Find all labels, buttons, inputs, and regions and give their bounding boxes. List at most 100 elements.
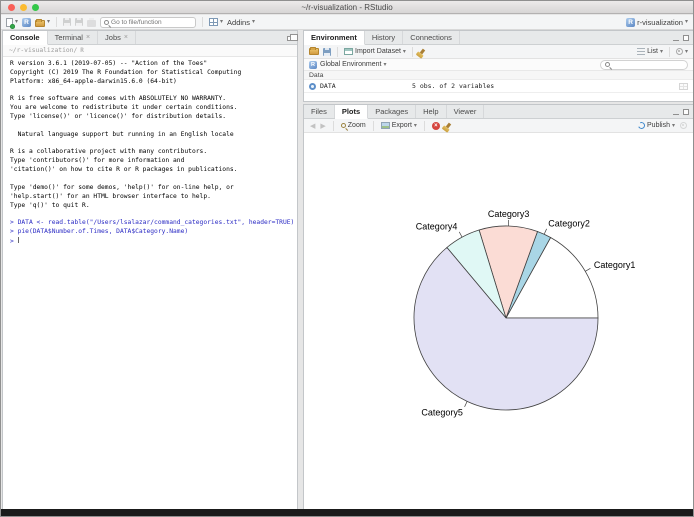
maximize-panel-icon[interactable]: [683, 35, 689, 41]
print-button[interactable]: [87, 17, 97, 27]
tab-files[interactable]: Files: [304, 105, 335, 118]
save-workspace-icon[interactable]: [323, 47, 331, 56]
import-dataset-button[interactable]: Import Dataset ▾: [344, 48, 406, 55]
tab-connections[interactable]: Connections: [403, 31, 460, 44]
list-view-button[interactable]: List ▾: [637, 48, 663, 55]
new-file-icon: [6, 17, 15, 29]
toolbar-separator: [337, 46, 338, 57]
minimize-panel-icon[interactable]: [673, 113, 679, 115]
plots-toolbar: ◀ ▶ Zoom Export ▾ × Publish ▾: [304, 119, 693, 133]
environment-panel: Environment History Connections Import D…: [303, 30, 693, 102]
console-line: You are welcome to redistribute it under…: [10, 104, 238, 112]
open-file-button[interactable]: ▾: [35, 18, 50, 27]
tab-history[interactable]: History: [365, 31, 404, 44]
close-icon[interactable]: ×: [86, 34, 90, 41]
chevron-down-icon[interactable]: ▾: [47, 19, 50, 25]
chevron-down-icon: ▾: [413, 122, 417, 129]
tab-plots[interactable]: Plots: [334, 105, 369, 119]
new-project-button[interactable]: R: [22, 17, 32, 27]
maximize-panel-icon[interactable]: [287, 33, 298, 41]
object-summary: 5 obs. of 2 variables: [412, 82, 495, 90]
console-line: Type 'demo()' for some demos, 'help()' f…: [10, 183, 234, 191]
remove-plot-icon[interactable]: ×: [431, 121, 440, 130]
zoom-plot-button[interactable]: Zoom: [340, 122, 366, 129]
tab-jobs-label: Jobs: [105, 33, 121, 42]
pie-label: Category1: [594, 260, 636, 270]
save-button[interactable]: [63, 18, 72, 26]
publish-button[interactable]: Publish ▾: [637, 121, 675, 130]
tab-console[interactable]: Console: [3, 31, 48, 45]
next-plot-button[interactable]: ▶: [320, 122, 325, 130]
view-table-icon[interactable]: [679, 82, 688, 90]
console-tabbar: Console Terminal × Jobs ×: [3, 31, 298, 45]
minimize-panel-icon[interactable]: [673, 39, 679, 41]
tab-packages[interactable]: Packages: [368, 105, 417, 118]
environment-search-input[interactable]: [612, 61, 683, 68]
global-environment-button[interactable]: Global Environment ▾: [320, 61, 387, 68]
environment-toolbar: Import Dataset ▾ List ▾ ▾: [304, 45, 693, 59]
workspace-panes-button[interactable]: ▾: [209, 18, 223, 26]
pie-label: Category5: [421, 407, 463, 417]
window-bottom-edge: [1, 509, 693, 516]
previous-plot-button[interactable]: ◀: [310, 122, 315, 130]
r-project-icon: R: [22, 17, 32, 27]
minimize-window-button[interactable]: [20, 4, 27, 11]
tab-viewer[interactable]: Viewer: [447, 105, 485, 118]
project-icon: R: [626, 17, 636, 27]
clear-plots-icon[interactable]: [445, 122, 452, 129]
tab-console-label: Console: [10, 33, 40, 42]
clear-objects-icon[interactable]: [419, 48, 426, 55]
console-line: R is free software and comes with ABSOLU…: [10, 95, 227, 103]
console-panel: Console Terminal × Jobs × ~/r-visualizat…: [2, 30, 298, 510]
close-window-button[interactable]: [8, 4, 15, 11]
gear-icon[interactable]: [680, 122, 687, 129]
close-icon[interactable]: ×: [124, 34, 128, 41]
tab-viewer-label: Viewer: [453, 107, 477, 116]
addins-label: Addins: [227, 17, 250, 27]
pie-label: Category3: [488, 209, 530, 219]
chevron-down-icon[interactable]: ▾: [15, 19, 18, 25]
save-all-button[interactable]: [75, 18, 84, 26]
toolbar-separator: [411, 46, 413, 57]
console-output[interactable]: R version 3.6.1 (2019-07-05) -- "Action …: [3, 57, 297, 247]
global-environment-icon: R: [309, 60, 317, 69]
titlebar: ~/r-visualization - RStudio: [1, 1, 693, 14]
tab-help[interactable]: Help: [416, 105, 447, 118]
panel-splitter-horizontal[interactable]: [303, 102, 692, 104]
tab-terminal[interactable]: Terminal ×: [48, 31, 99, 44]
new-file-button[interactable]: ▾: [6, 17, 18, 29]
maximize-panel-icon[interactable]: [683, 109, 689, 115]
zoom-window-button[interactable]: [32, 4, 39, 11]
list-view-icon: [637, 48, 646, 55]
zoom-label: Zoom: [347, 122, 366, 129]
console-line: 'help.start()' for an HTML browser inter…: [10, 192, 211, 200]
tab-jobs[interactable]: Jobs ×: [98, 31, 136, 44]
traffic-lights: [8, 4, 39, 11]
tab-connections-label: Connections: [410, 33, 452, 42]
goto-file-box: [100, 16, 197, 28]
plot-area: Category1 Category2 Category3 Category4 Cate…: [304, 133, 693, 509]
refresh-options-button[interactable]: ▾: [675, 48, 688, 55]
toolbar-separator: [56, 17, 58, 27]
global-environment-label: Global Environment: [320, 61, 382, 68]
chevron-down-icon: ▾: [659, 48, 663, 55]
project-menu-button[interactable]: R r-visualization ▾: [626, 17, 688, 27]
tab-environment[interactable]: Environment: [304, 31, 365, 45]
export-plot-button[interactable]: Export ▾: [380, 122, 417, 129]
tab-files-label: Files: [311, 107, 327, 116]
goto-file-input[interactable]: [111, 18, 193, 26]
object-name: DATA: [320, 82, 336, 90]
pie-label: Category2: [548, 218, 590, 228]
load-workspace-icon[interactable]: [309, 47, 319, 55]
chevron-down-icon: ▾: [402, 48, 406, 55]
environment-object-row[interactable]: DATA 5 obs. of 2 variables: [304, 80, 693, 93]
chevron-down-icon: ▾: [684, 19, 688, 25]
console-line: >: [10, 236, 19, 245]
chevron-down-icon[interactable]: ▾: [220, 19, 223, 25]
addins-button[interactable]: Addins ▾: [227, 18, 255, 27]
chevron-down-icon: ▾: [251, 19, 255, 25]
